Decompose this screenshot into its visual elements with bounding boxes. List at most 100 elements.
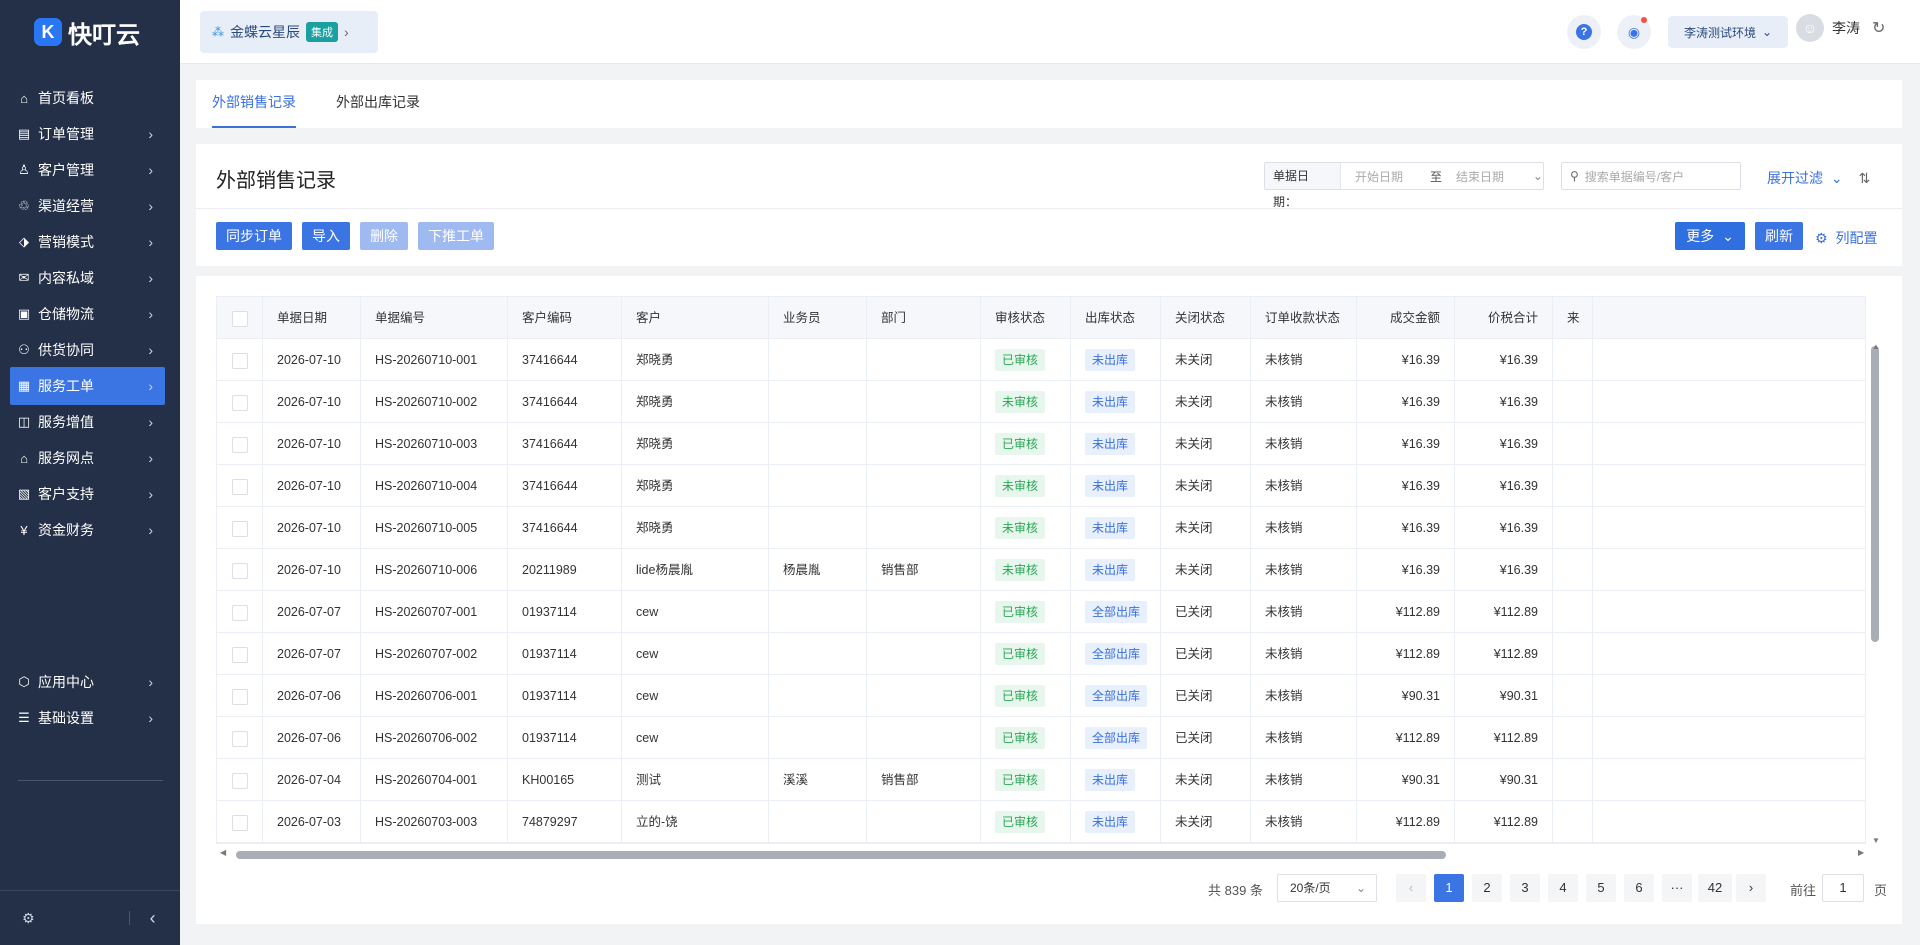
column-header[interactable]: 出库状态 — [1071, 297, 1161, 339]
page-number-button[interactable]: 1 — [1434, 874, 1464, 902]
sidebar-item-3[interactable]: ♙ 客户管理 › — [10, 151, 165, 189]
sidebar-item-8[interactable]: ⚇ 供货协同 › — [10, 331, 165, 369]
page-number-button[interactable]: 5 — [1586, 874, 1616, 902]
column-header[interactable]: 价税合计 — [1455, 297, 1553, 339]
table-row[interactable]: 2026-07-04 HS-20260704-001 KH00165 测试 溪溪 销售部 已… — [217, 759, 1865, 801]
table-row[interactable]: 2026-07-06 HS-20260706-001 01937114 cew 已审核 全… — [217, 675, 1865, 717]
select-all-checkbox[interactable] — [217, 297, 263, 339]
column-header[interactable]: 关闭状态 — [1161, 297, 1251, 339]
sidebar-item-12[interactable]: ▧ 客户支持 › — [10, 475, 165, 513]
goto-page-input[interactable]: 1 — [1822, 874, 1864, 902]
row-checkbox-cell[interactable] — [217, 465, 263, 507]
start-date-input[interactable]: 开始日期 — [1355, 168, 1416, 185]
checkbox[interactable] — [232, 352, 248, 369]
sidebar-item-6[interactable]: ✉ 内容私域 › — [10, 259, 165, 297]
row-checkbox-cell[interactable] — [217, 591, 263, 633]
checkbox[interactable] — [232, 520, 248, 537]
column-header[interactable]: 部门 — [867, 297, 981, 339]
tab-external-outbound[interactable]: 外部出库记录 — [336, 80, 420, 128]
sidebar-item-13[interactable]: ¥ 资金财务 › — [10, 511, 165, 549]
table-row[interactable]: 2026-07-10 HS-20260710-003 37416644 郑晓勇 已审核 未… — [217, 423, 1865, 465]
date-range-picker[interactable]: 单据日期： 开始日期 至 结束日期 ⌄ — [1264, 162, 1544, 209]
row-checkbox-cell[interactable] — [217, 507, 263, 549]
sidebar-item-9[interactable]: ▦ 服务工单 › — [10, 367, 165, 405]
sidebar-item-5[interactable]: ⬗ 营销模式 › — [10, 223, 165, 261]
checkbox[interactable] — [232, 646, 248, 663]
row-checkbox-cell[interactable] — [217, 759, 263, 801]
column-header[interactable]: 客户编码 — [508, 297, 622, 339]
app-switch-button[interactable]: ⁂ 金蝶云星辰 集成 › — [200, 11, 378, 53]
sidebar-item-14[interactable]: ⬡ 应用中心 › — [10, 663, 165, 701]
checkbox[interactable] — [232, 310, 248, 327]
table-row[interactable]: 2026-07-07 HS-20260707-002 01937114 cew 已审核 全… — [217, 633, 1865, 675]
column-header[interactable]: 订单收款状态 — [1251, 297, 1357, 339]
app-logo[interactable]: K 快叮云 — [0, 0, 180, 64]
help-button[interactable]: ? — [1567, 15, 1601, 49]
column-header[interactable]: 成交金额 — [1357, 297, 1455, 339]
page-size-select[interactable]: 20条/页 ⌄ — [1277, 874, 1377, 902]
scroll-left-icon[interactable]: ◀ — [220, 848, 226, 857]
environment-selector[interactable]: 李涛测试环境 ⌄ — [1668, 16, 1788, 48]
collapse-sidebar-icon[interactable]: ‹ — [150, 908, 156, 929]
row-checkbox-cell[interactable] — [217, 339, 263, 381]
sidebar-item-10[interactable]: ◫ 服务增值 › — [10, 403, 165, 441]
push-work-order-button[interactable]: 下推工单 — [418, 222, 494, 250]
checkbox[interactable] — [232, 478, 248, 495]
sort-icon[interactable]: ⇅ — [1859, 170, 1871, 186]
table-row[interactable]: 2026-07-03 HS-20260703-003 74879297 立的-饶 已审核… — [217, 801, 1865, 843]
checkbox[interactable] — [232, 730, 248, 747]
prev-page-button[interactable]: ‹ — [1396, 874, 1426, 902]
checkbox[interactable] — [232, 772, 248, 789]
column-header[interactable]: 审核状态 — [981, 297, 1071, 339]
table-row[interactable]: 2026-07-10 HS-20260710-002 37416644 郑晓勇 未审核 未… — [217, 381, 1865, 423]
sidebar-item-2[interactable]: ▤ 订单管理 › — [10, 115, 165, 153]
vertical-scrollbar[interactable] — [1871, 346, 1879, 642]
row-checkbox-cell[interactable] — [217, 381, 263, 423]
delete-button[interactable]: 删除 — [360, 222, 408, 250]
refresh-button[interactable]: 刷新 — [1755, 222, 1803, 250]
table-row[interactable]: 2026-07-10 HS-20260710-004 37416644 郑晓勇 未审核 未… — [217, 465, 1865, 507]
page-number-button[interactable]: 3 — [1510, 874, 1540, 902]
scroll-down-icon[interactable]: ▼ — [1872, 836, 1880, 845]
import-button[interactable]: 导入 — [302, 222, 350, 250]
user-menu[interactable]: ☺ 李涛 ↻ — [1796, 14, 1885, 42]
column-config-button[interactable]: ⚙ 列配置 — [1815, 228, 1877, 248]
sidebar-item-15[interactable]: ☰ 基础设置 › — [10, 699, 165, 737]
checkbox[interactable] — [232, 394, 248, 411]
sidebar-item-1[interactable]: ⌂ 首页看板 — [10, 79, 165, 117]
checkbox[interactable] — [232, 436, 248, 453]
checkbox[interactable] — [232, 562, 248, 579]
scroll-up-icon[interactable]: ▲ — [1872, 342, 1880, 351]
row-checkbox-cell[interactable] — [217, 423, 263, 465]
page-number-button[interactable]: 2 — [1472, 874, 1502, 902]
tab-external-sales[interactable]: 外部销售记录 — [212, 80, 296, 128]
next-page-button[interactable]: › — [1736, 874, 1766, 902]
settings-icon[interactable]: ⚙ — [22, 910, 35, 927]
notification-button[interactable]: ◉ — [1617, 15, 1651, 49]
table-row[interactable]: 2026-07-07 HS-20260707-001 01937114 cew 已审核 全… — [217, 591, 1865, 633]
refresh-icon[interactable]: ↻ — [1872, 18, 1885, 38]
column-header[interactable]: 单据编号 — [361, 297, 508, 339]
end-date-input[interactable]: 结束日期 — [1456, 168, 1517, 185]
scroll-right-icon[interactable]: ▶ — [1858, 848, 1864, 857]
row-checkbox-cell[interactable] — [217, 633, 263, 675]
column-header[interactable]: 来 — [1553, 297, 1593, 339]
checkbox[interactable] — [232, 688, 248, 705]
table-row[interactable]: 2026-07-10 HS-20260710-005 37416644 郑晓勇 未审核 未… — [217, 507, 1865, 549]
expand-filter-button[interactable]: 展开过滤 ⌄ ⇅ — [1767, 168, 1870, 188]
table-row[interactable]: 2026-07-10 HS-20260710-001 37416644 郑晓勇 已审核 未… — [217, 339, 1865, 381]
sidebar-item-11[interactable]: ⌂ 服务网点 › — [10, 439, 165, 477]
row-checkbox-cell[interactable] — [217, 801, 263, 843]
checkbox[interactable] — [232, 604, 248, 621]
more-button[interactable]: 更多 ⌄ — [1675, 222, 1745, 250]
checkbox[interactable] — [232, 814, 248, 831]
row-checkbox-cell[interactable] — [217, 675, 263, 717]
page-number-button[interactable]: 4 — [1548, 874, 1578, 902]
column-header[interactable]: 业务员 — [769, 297, 867, 339]
table-row[interactable]: 2026-07-10 HS-20260710-006 20211989 lide杨晨胤… — [217, 549, 1865, 591]
page-number-button[interactable]: 42 — [1698, 874, 1732, 902]
sync-order-button[interactable]: 同步订单 — [216, 222, 292, 250]
sidebar-item-4[interactable]: ♲ 渠道经营 › — [10, 187, 165, 225]
table-row[interactable]: 2026-07-06 HS-20260706-002 01937114 cew 已审核 全… — [217, 717, 1865, 759]
row-checkbox-cell[interactable] — [217, 549, 263, 591]
